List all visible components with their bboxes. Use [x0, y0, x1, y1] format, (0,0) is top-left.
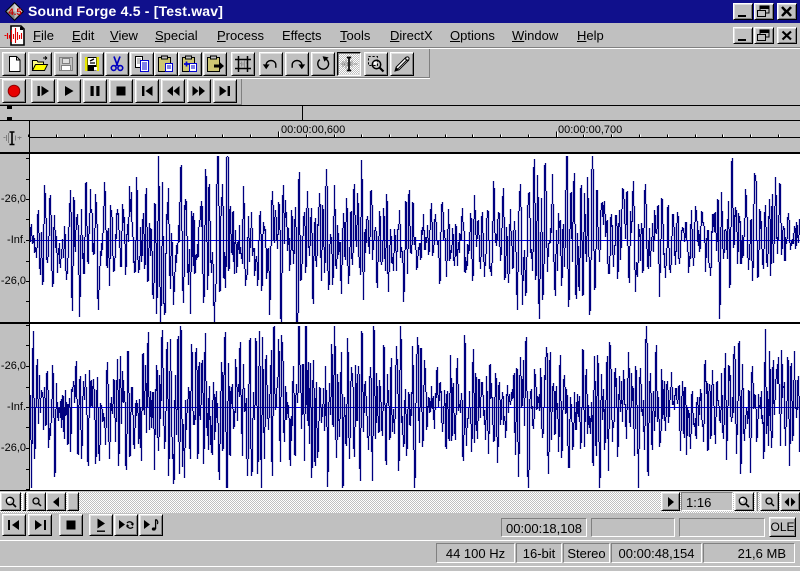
svg-text:00:00:00,600: 00:00:00,600	[281, 124, 345, 136]
svg-text:-Inf.: -Inf.	[7, 401, 26, 413]
svg-text:-26,0: -26,0	[1, 442, 26, 454]
svg-text:-Inf.: -Inf.	[7, 234, 26, 246]
svg-text:4.5: 4.5	[9, 7, 23, 18]
svg-text:00:00:00,700: 00:00:00,700	[558, 124, 622, 136]
svg-text:-26,0: -26,0	[1, 360, 26, 372]
svg-text:-26,0: -26,0	[1, 275, 26, 287]
svg-text:-26,0: -26,0	[1, 193, 26, 205]
